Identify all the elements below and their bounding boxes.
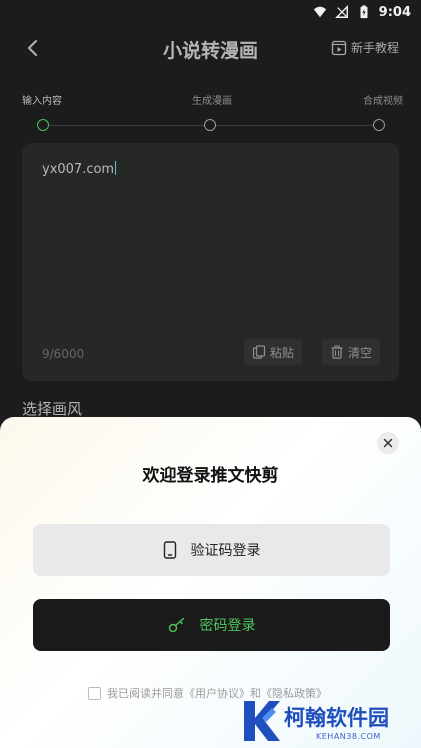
progress-steps: 输入内容 生成漫画 合成视频 [0,92,421,138]
login-sheet-title: 欢迎登录推文快剪 [142,466,279,486]
wifi-icon [313,6,326,18]
video-tutorial-icon [331,40,347,55]
paste-button[interactable]: 粘贴 [244,339,303,365]
password-login-label: 密码登录 [199,618,256,634]
clear-button[interactable]: 清空 [322,339,381,365]
phone-icon [163,541,176,559]
status-time: 9:04 [378,4,411,20]
novel-text-editor[interactable]: yx007.com 9/6000 粘贴 清空 [22,143,399,381]
signal-icon [334,5,348,18]
app-header: 小说转漫画 新手教程 [0,30,421,66]
close-button[interactable] [377,432,399,454]
step-label-input: 输入内容 [22,96,62,107]
battery-icon [360,5,368,19]
close-icon [383,438,393,448]
watermark-url: KEHAN38.COM [316,732,381,741]
agreement-checkbox[interactable] [88,686,101,700]
step-label-generate: 生成漫画 [192,96,232,107]
paste-icon [252,345,266,359]
tutorial-label: 新手教程 [350,41,399,55]
paste-label: 粘贴 [270,345,295,360]
editor-text-wrapper[interactable]: yx007.com [42,161,117,177]
tutorial-button[interactable]: 新手教程 [331,39,399,56]
step-connector [49,125,204,126]
password-login-button[interactable]: 密码登录 [33,599,390,651]
verification-code-login-button[interactable]: 验证码登录 [33,524,390,576]
trash-icon [331,345,343,359]
character-counter: 9/6000 [42,347,85,361]
kehan-k-logo-icon [244,701,280,741]
step-dot-input [37,119,49,131]
step-dot-generate [204,119,216,131]
step-label-compose: 合成视频 [363,96,403,107]
editor-text: yx007.com [42,162,115,177]
verification-code-login-label: 验证码登录 [190,543,261,559]
watermark-text: 柯翰软件园 [284,706,389,730]
art-style-heading: 选择画风 [22,400,83,418]
clear-label: 清空 [348,345,373,360]
watermark-logo: 柯翰软件园 KEHAN38.COM [240,698,415,744]
key-icon [168,617,184,633]
step-dot-compose [373,119,385,131]
text-caret [115,161,117,175]
status-bar: 9:04 [0,0,421,24]
step-connector [216,125,373,126]
